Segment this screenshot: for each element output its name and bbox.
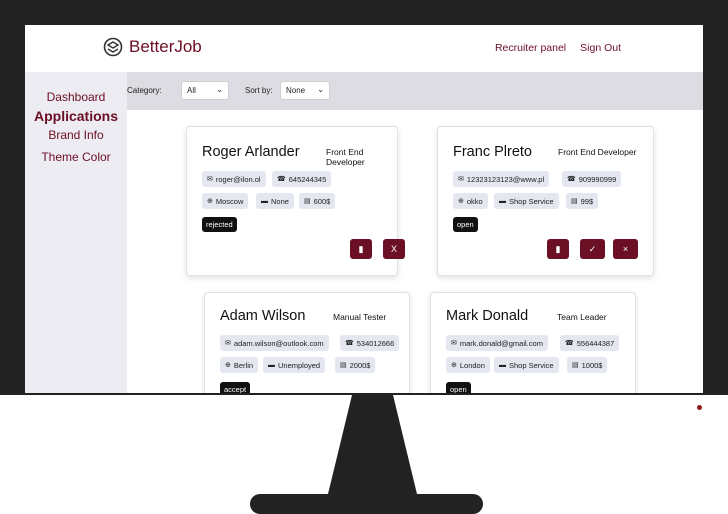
power-led-icon: [697, 405, 702, 410]
stand-base: [250, 494, 483, 514]
stand-neck: [328, 395, 417, 494]
monitor-stand: [250, 395, 483, 514]
